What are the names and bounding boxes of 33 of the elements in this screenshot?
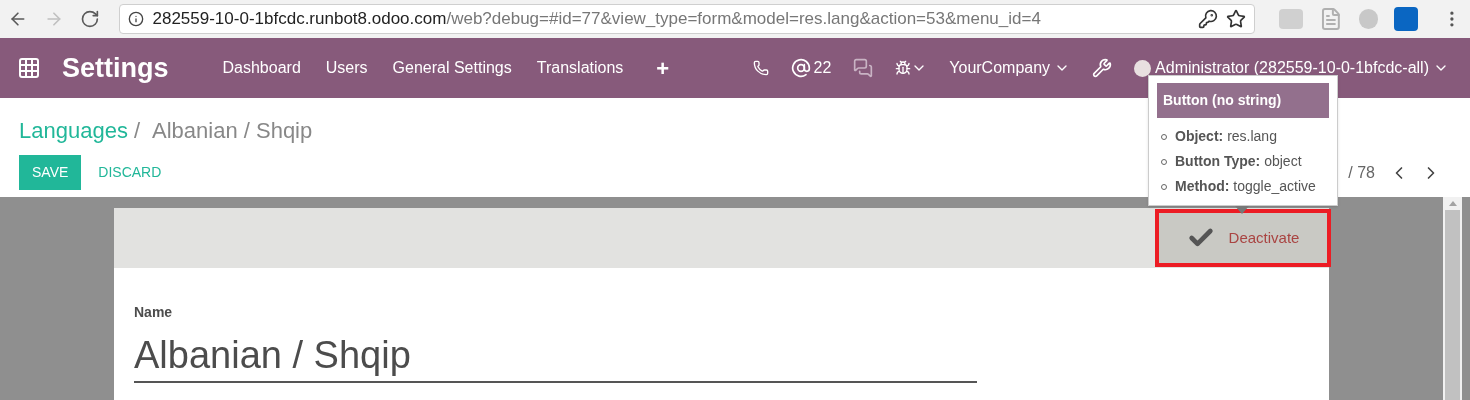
info-icon[interactable]	[128, 11, 145, 27]
menu-item[interactable]: Translations	[536, 56, 624, 80]
address-field[interactable]: 282559-10-0-1bfcdc.runbot8.odoo.com/web?debug=#id=77&view_type=form&model=res.lang&action=53&menu_id=4	[119, 4, 1255, 34]
extension-icon[interactable]	[1394, 7, 1419, 31]
breadcrumb-current: Albanian / Shqip	[152, 117, 313, 145]
avatar-icon	[1134, 59, 1152, 77]
reload-icon[interactable]	[79, 9, 100, 29]
breadcrumb-separator: /	[133, 117, 140, 145]
tools-icon[interactable]	[1092, 58, 1113, 78]
tooltip-item: Button Type: object	[1175, 152, 1302, 171]
menu-item[interactable]: General Settings	[392, 56, 512, 80]
phone-icon[interactable]	[753, 60, 770, 76]
url-text: 282559-10-0-1bfcdc.runbot8.odoo.com/web?debug=#id=77&view_type=form&model=res.lang&action=53&menu_id=4	[152, 8, 1041, 31]
menu-item[interactable]: Dashboard	[222, 56, 301, 80]
field-label: Name	[134, 303, 174, 322]
apps-menu-icon[interactable]	[17, 56, 41, 80]
create-menu-item[interactable]: +	[656, 51, 670, 85]
tooltip-item: Object: res.lang	[1175, 127, 1277, 146]
tooltip-arrow-icon	[1235, 206, 1249, 214]
name-input[interactable]: Albanian / Shqip	[134, 331, 977, 383]
scrollbar[interactable]	[1443, 197, 1462, 400]
menu-item[interactable]: Users	[325, 56, 368, 80]
tooltip-item: Method: toggle_active	[1175, 177, 1316, 196]
company-switcher[interactable]: YourCompany	[949, 56, 1051, 80]
app-title: Settings	[62, 51, 169, 85]
mentions-counter[interactable]: 22	[791, 56, 832, 80]
star-icon[interactable]	[1225, 9, 1246, 29]
chat-icon[interactable]	[853, 58, 874, 78]
tooltip-title: Button (no string)	[1157, 83, 1329, 118]
pager-counter: / 78	[1348, 162, 1375, 183]
bug-icon[interactable]	[895, 60, 912, 76]
deactivate-button[interactable]: Deactivate	[1155, 209, 1331, 267]
key-icon[interactable]	[1197, 9, 1218, 29]
